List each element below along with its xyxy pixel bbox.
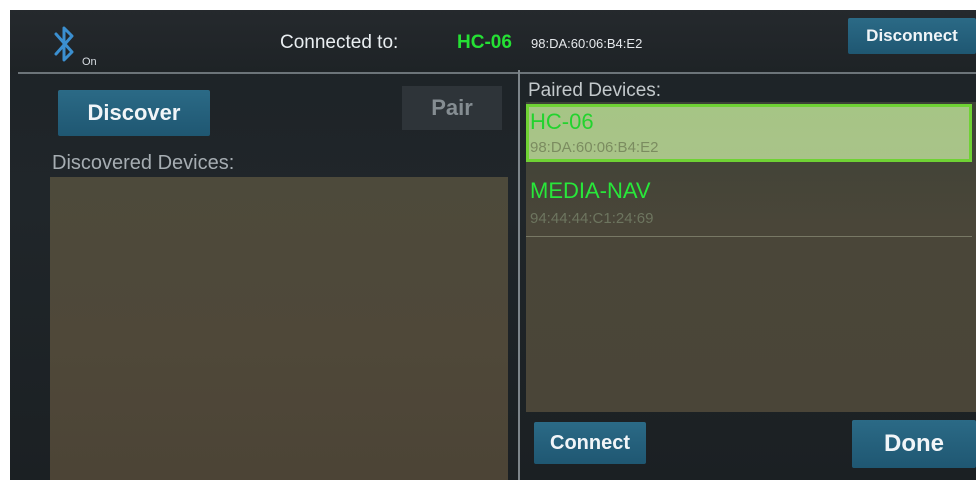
discover-button[interactable]: Discover	[58, 90, 210, 136]
discovered-devices-list[interactable]	[50, 177, 508, 480]
disconnect-button[interactable]: Disconnect	[848, 18, 976, 54]
bluetooth-screen: On Connected to: HC-06 98:DA:60:06:B4:E2…	[10, 10, 976, 480]
paired-device-name: MEDIA-NAV	[530, 178, 651, 203]
paired-device-row[interactable]: MEDIA-NAV 94:44:44:C1:24:69	[526, 174, 972, 237]
top-bar: On Connected to: HC-06 98:DA:60:06:B4:E2…	[10, 10, 976, 72]
paired-device-row[interactable]: HC-06 98:DA:60:06:B4:E2	[526, 104, 972, 162]
paired-device-name: HC-06	[530, 109, 594, 134]
pair-button[interactable]: Pair	[402, 86, 502, 130]
paired-devices-heading: Paired Devices:	[528, 80, 662, 101]
panel-divider	[518, 70, 520, 480]
connected-to-label: Connected to:	[280, 32, 399, 53]
bluetooth-status-text: On	[82, 56, 97, 68]
done-button[interactable]: Done	[852, 420, 976, 468]
paired-device-address: 98:DA:60:06:B4:E2	[530, 139, 659, 156]
paired-device-address: 94:44:44:C1:24:69	[530, 210, 654, 227]
top-divider	[18, 72, 976, 74]
paired-devices-list[interactable]: HC-06 98:DA:60:06:B4:E2 MEDIA-NAV 94:44:…	[526, 102, 976, 412]
discovered-devices-heading: Discovered Devices:	[52, 152, 235, 174]
bluetooth-icon[interactable]	[50, 22, 78, 66]
connected-device-address: 98:DA:60:06:B4:E2	[531, 36, 643, 51]
connected-device-name: HC-06	[457, 32, 512, 53]
connect-button[interactable]: Connect	[534, 422, 646, 464]
